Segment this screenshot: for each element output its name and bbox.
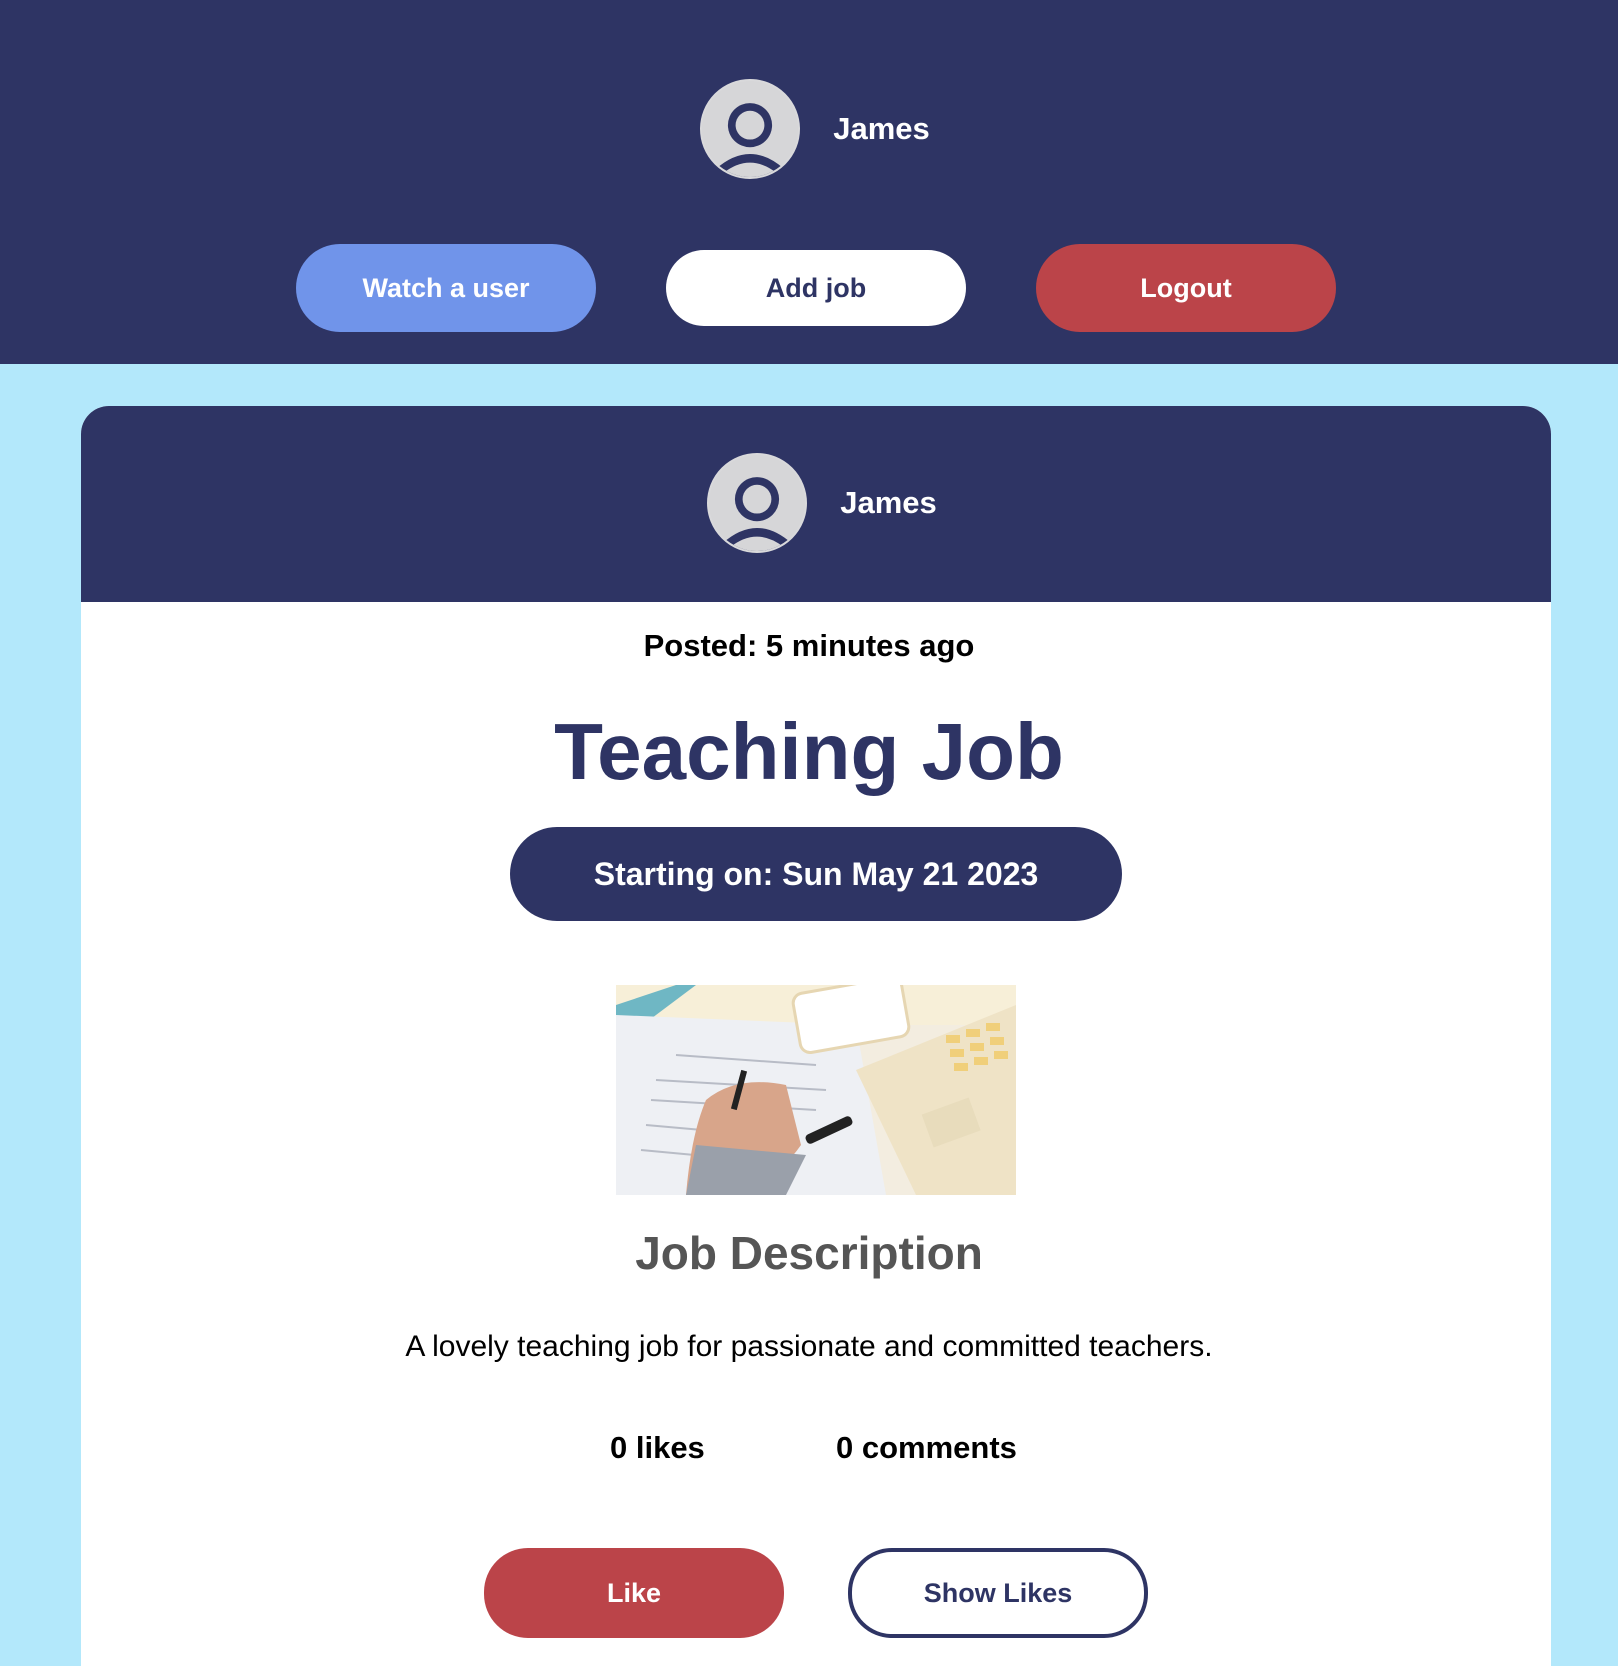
start-date-badge: Starting on: Sun May 21 2023 [510, 827, 1122, 921]
logout-button[interactable]: Logout [1036, 244, 1336, 332]
current-user: James [0, 79, 1618, 179]
job-description-text: A lovely teaching job for passionate and… [405, 1330, 1213, 1363]
like-button[interactable]: Like [484, 1548, 784, 1638]
job-description-heading: Job Description [635, 1227, 983, 1279]
job-title: Teaching Job [554, 707, 1064, 796]
likes-count: 0 likes [610, 1430, 705, 1465]
watch-user-button[interactable]: Watch a user [296, 244, 596, 332]
username-label: James [833, 111, 930, 146]
add-job-button[interactable]: Add job [666, 250, 966, 326]
post-author: James [81, 453, 1551, 553]
job-image [616, 985, 1016, 1195]
author-name-label: James [840, 485, 937, 520]
comments-count[interactable]: 0 comments [836, 1430, 1017, 1466]
post-author-header: James [81, 406, 1551, 602]
author-avatar-icon[interactable] [707, 453, 808, 553]
top-navbar: James Watch a user Add job Logout [0, 0, 1618, 364]
show-likes-button[interactable]: Show Likes [848, 1548, 1148, 1638]
user-avatar-icon[interactable] [700, 79, 801, 179]
posted-time: Posted: 5 minutes ago [643, 628, 975, 663]
